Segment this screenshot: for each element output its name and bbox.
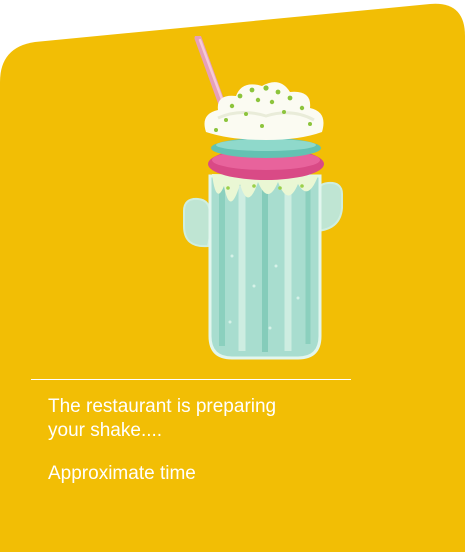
status-line-2: your shake.... — [48, 420, 163, 441]
status-line-1: The restaurant is preparing — [48, 396, 277, 417]
approximate-time-label: Approximate time — [48, 463, 196, 484]
divider-line — [31, 379, 351, 380]
order-status-message: The restaurant is preparing your shake..… — [48, 395, 348, 443]
cactus-milkshake-illustration — [183, 36, 343, 360]
order-status-card-stage: The restaurant is preparing your shake..… — [0, 0, 465, 552]
